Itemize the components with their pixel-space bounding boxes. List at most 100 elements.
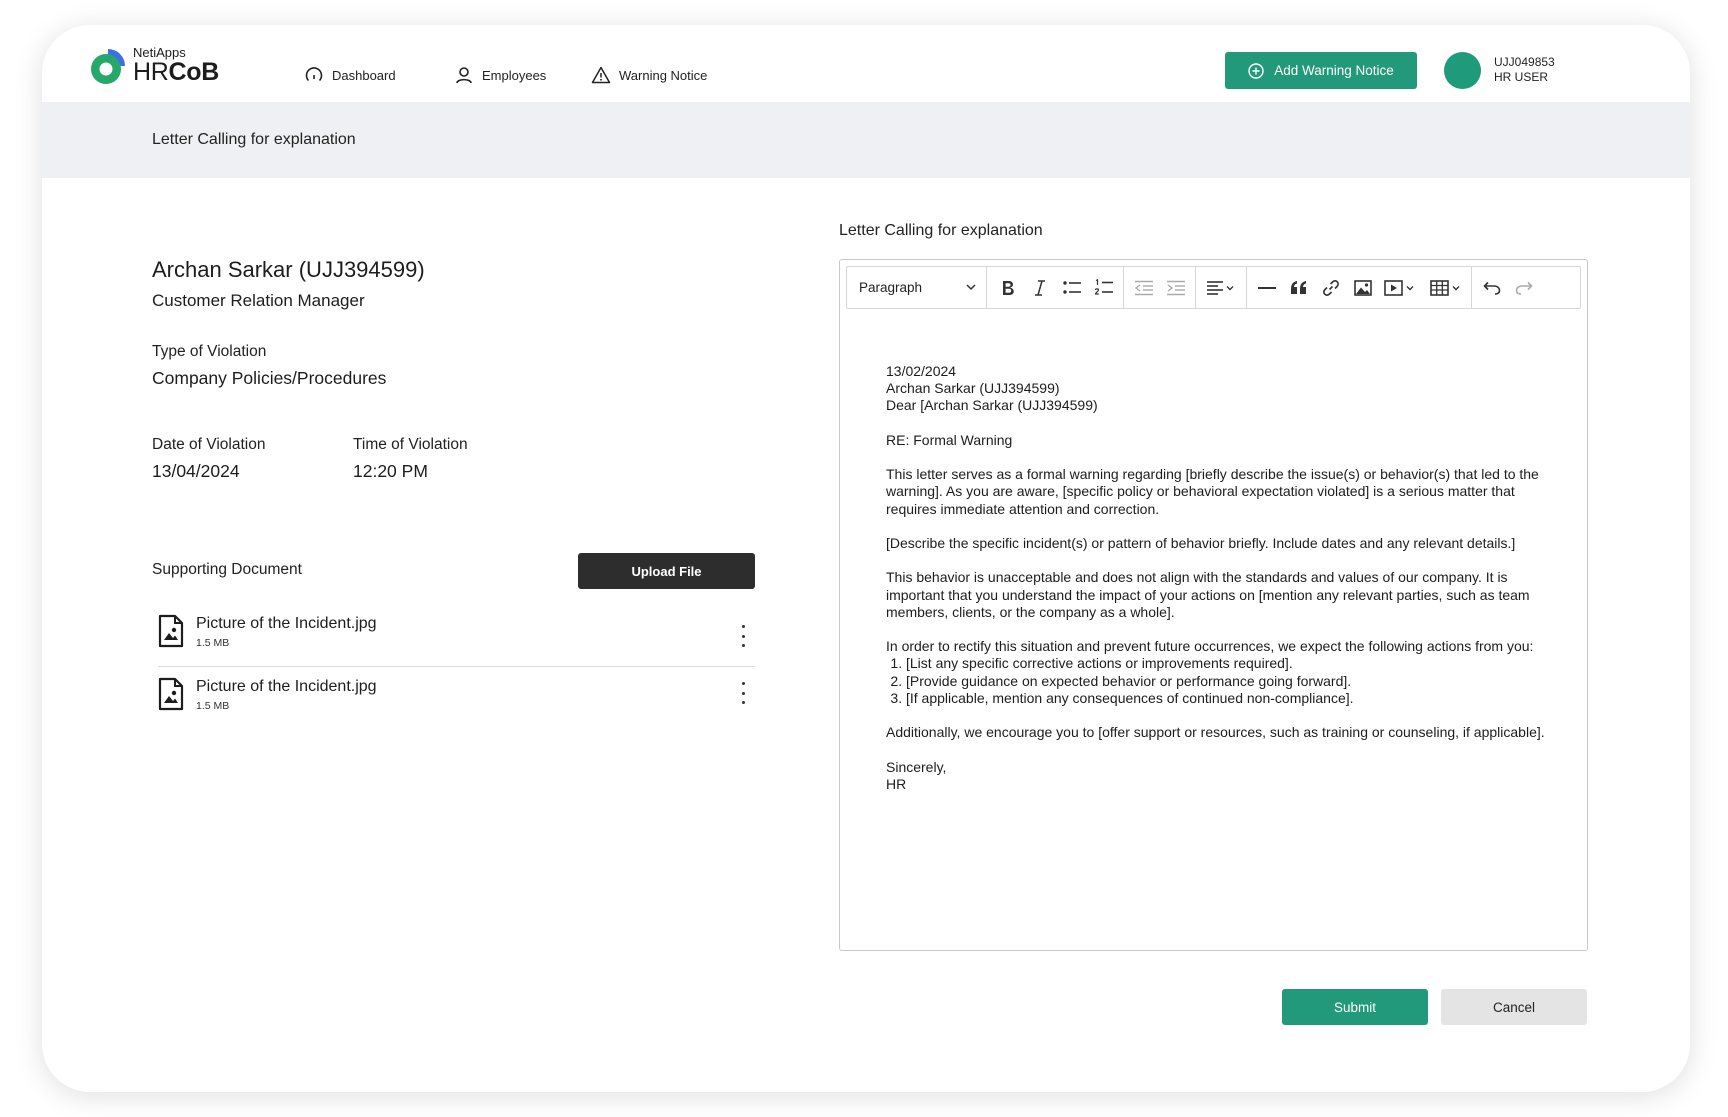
nav-item-label: Employees (482, 67, 547, 83)
submit-button[interactable]: Submit (1282, 989, 1428, 1025)
gauge-icon (305, 67, 323, 82)
editor-toolbar: Paragraph (846, 266, 1581, 309)
file-divider (158, 666, 755, 667)
redo-button[interactable] (1508, 267, 1540, 308)
violation-date-label: Date of Violation (152, 436, 266, 453)
nav-item-label: Dashboard (332, 67, 396, 83)
letter-paragraph: [Describe the specific incident(s) or pa… (886, 534, 1516, 551)
paragraph-style-select[interactable]: Paragraph (847, 267, 987, 308)
paragraph-style-value: Paragraph (859, 280, 923, 295)
person-icon (456, 67, 472, 84)
align-left-icon (1207, 280, 1234, 295)
outdent-icon (1134, 280, 1153, 295)
letter-closing: Sincerely, (886, 758, 947, 775)
upload-file-button[interactable]: Upload File (578, 553, 755, 589)
toolbar-separator (1471, 267, 1472, 308)
add-warning-notice-label: Add Warning Notice (1274, 63, 1394, 78)
cancel-button[interactable]: Cancel (1441, 989, 1587, 1025)
letter-recipient: Archan Sarkar (UJJ394599) (886, 380, 1060, 397)
text-align-dropdown[interactable] (1200, 267, 1242, 308)
table-icon (1430, 279, 1460, 296)
indent-icon (1167, 280, 1185, 295)
letter-subject: RE: Formal Warning (886, 431, 1013, 448)
letter-body[interactable]: 13/02/2024 Archan Sarkar (UJJ394599) Dea… (886, 363, 1546, 793)
toolbar-separator (1246, 267, 1247, 308)
italic-button[interactable] (1024, 267, 1056, 308)
bold-button[interactable] (992, 267, 1024, 308)
more-options-icon[interactable] (737, 682, 749, 704)
horizontal-line-icon (1258, 286, 1276, 289)
numbered-list-icon (1094, 278, 1113, 295)
employee-role: Customer Relation Manager (152, 291, 365, 310)
letter-paragraph: This behavior is unacceptable and does n… (886, 569, 1530, 620)
brand-logo[interactable]: NetiApps HRCoB (88, 43, 228, 87)
user-id: UJJ049853 (1494, 55, 1555, 69)
letter-action-list: [List any specific corrective actions or… (886, 655, 1546, 707)
horizontal-line-button[interactable] (1251, 267, 1283, 308)
violation-date-value: 13/04/2024 (152, 461, 240, 481)
file-size: 1.5 MB (196, 700, 230, 712)
employee-name: Archan Sarkar (UJJ394599) (152, 257, 425, 282)
insert-table-dropdown[interactable] (1425, 267, 1467, 308)
bold-icon (1003, 280, 1014, 295)
insert-media-dropdown[interactable] (1379, 267, 1421, 308)
nav-item-warning-notice[interactable]: Warning Notice (591, 65, 707, 85)
toolbar-separator (1123, 267, 1124, 308)
violation-type-label: Type of Violation (152, 343, 267, 360)
letter-signature: HR (886, 775, 907, 792)
numbered-list-button[interactable] (1088, 267, 1120, 308)
letter-paragraph: This letter serves as a formal warning r… (886, 466, 1539, 517)
user-role: HR USER (1494, 70, 1549, 84)
letter-paragraph: In order to rectify this situation and p… (886, 638, 1534, 655)
letter-date: 13/02/2024 (886, 363, 957, 379)
avatar[interactable] (1444, 52, 1481, 89)
undo-button[interactable] (1476, 267, 1508, 308)
link-button[interactable] (1315, 267, 1347, 308)
file-name: Picture of the Incident.jpg (196, 615, 377, 632)
list-item: [Provide guidance on expected behavior o… (906, 673, 1546, 690)
letter-salutation: Dear [Archan Sarkar (UJJ394599) (886, 397, 1098, 414)
undo-icon (1483, 281, 1501, 295)
app-window: NetiApps HRCoB Dashboard Employees Warni (42, 25, 1690, 1092)
editor-title: Letter Calling for explanation (839, 222, 1043, 239)
image-icon (1354, 279, 1372, 296)
media-icon (1384, 279, 1414, 296)
supporting-document-label: Supporting Document (152, 561, 302, 578)
quote-icon (1291, 280, 1306, 294)
violation-type-value: Company Policies/Procedures (152, 368, 387, 388)
outdent-button[interactable] (1128, 267, 1160, 308)
violation-time-value: 12:20 PM (353, 461, 428, 481)
bulleted-list-icon (1063, 280, 1081, 294)
page-title: Letter Calling for explanation (152, 131, 356, 148)
nav-item-dashboard[interactable]: Dashboard (304, 65, 396, 85)
rich-text-editor[interactable]: Paragraph 13/02/2024 Archan Sarkar (UJJ3… (839, 259, 1588, 951)
insert-image-button[interactable] (1347, 267, 1379, 308)
indent-button[interactable] (1160, 267, 1192, 308)
image-file-icon (158, 614, 184, 648)
brand-product-name: HRCoB (133, 58, 219, 86)
file-size: 1.5 MB (196, 637, 230, 649)
italic-icon (1035, 279, 1045, 296)
image-file-icon (158, 677, 184, 711)
violation-time-label: Time of Violation (353, 436, 468, 453)
link-icon (1323, 279, 1339, 296)
nav-item-employees[interactable]: Employees (454, 65, 546, 85)
warning-triangle-icon (591, 66, 611, 84)
letter-paragraph: Additionally, we encourage you to [offer… (886, 724, 1545, 741)
list-item: [If applicable, mention any consequences… (906, 690, 1546, 707)
toolbar-separator (1195, 267, 1196, 308)
block-quote-button[interactable] (1283, 267, 1315, 308)
page-header-bar: Letter Calling for explanation (42, 102, 1690, 178)
top-navigation-bar: NetiApps HRCoB Dashboard Employees Warni (42, 25, 1690, 102)
bulleted-list-button[interactable] (1056, 267, 1088, 308)
file-item[interactable]: Picture of the Incident.jpg 1.5 MB (158, 607, 755, 665)
nav-item-label: Warning Notice (619, 67, 708, 83)
plus-circle-icon (1248, 62, 1264, 79)
more-options-icon[interactable] (737, 625, 749, 647)
add-warning-notice-button[interactable]: Add Warning Notice (1225, 52, 1417, 89)
hrcob-logo-icon (91, 49, 125, 84)
file-item[interactable]: Picture of the Incident.jpg 1.5 MB (158, 670, 755, 728)
redo-icon (1515, 281, 1533, 295)
file-name: Picture of the Incident.jpg (196, 678, 377, 695)
chevron-down-icon (966, 284, 976, 291)
